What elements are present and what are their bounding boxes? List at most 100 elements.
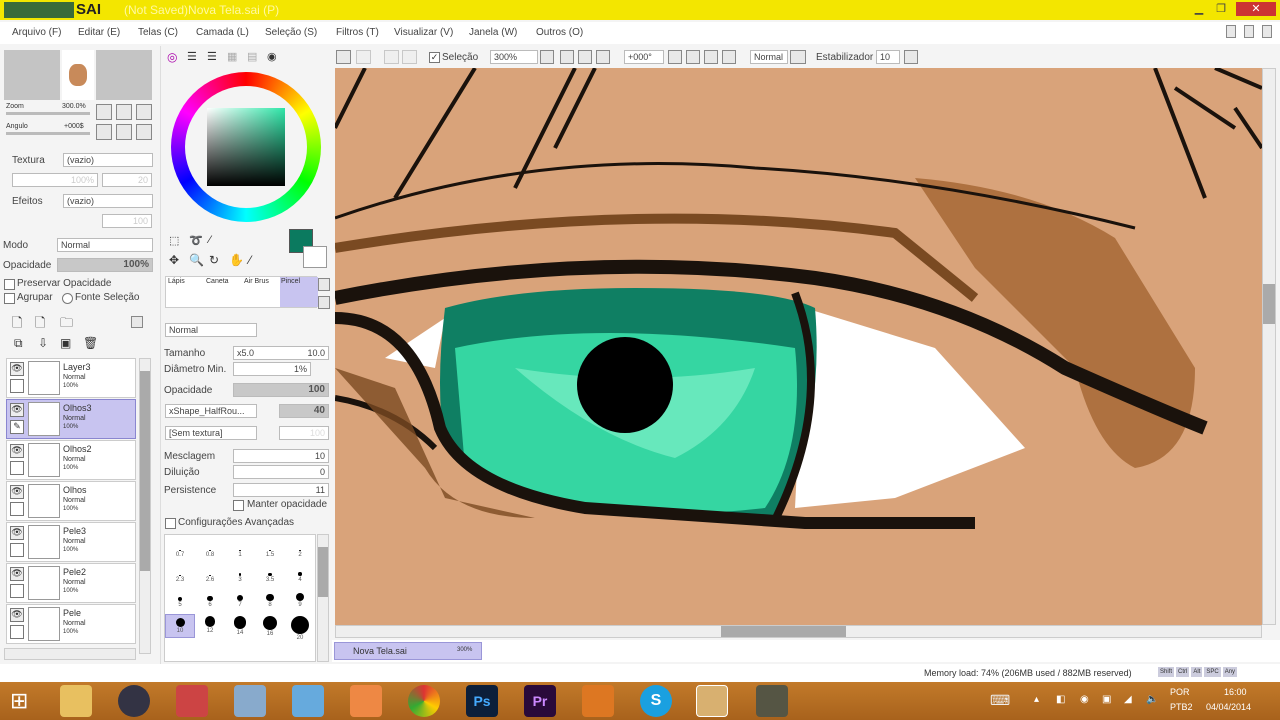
- color-settings-icon[interactable]: ◉: [267, 50, 277, 63]
- scratchpad-tab-icon[interactable]: ▤: [247, 50, 257, 63]
- menu-arquivo[interactable]: Arquivo (F): [12, 27, 61, 38]
- tray-expand-icon[interactable]: ▴: [1034, 694, 1039, 705]
- app-icon-3[interactable]: [292, 685, 324, 717]
- rotate-cw-button[interactable]: [704, 50, 718, 64]
- tools-scroll-up[interactable]: [318, 278, 330, 291]
- selection-checkbox[interactable]: ✓: [429, 52, 440, 63]
- magic-wand-tool-icon[interactable]: ⁄: [209, 234, 211, 246]
- menu-selecao[interactable]: Seleção (S): [265, 27, 317, 38]
- app-icon-4[interactable]: [756, 685, 788, 717]
- invert-selection-button[interactable]: [402, 50, 417, 64]
- tray-icon-2[interactable]: ◉: [1080, 694, 1089, 705]
- visibility-eye-icon[interactable]: 👁: [10, 444, 24, 458]
- language-code[interactable]: POR: [1170, 687, 1190, 697]
- canvas-zoom-reset[interactable]: [596, 50, 610, 64]
- photoshop-icon[interactable]: Ps: [466, 685, 498, 717]
- layer-scrollbar[interactable]: [139, 358, 151, 654]
- blend-mode-select[interactable]: Normal: [57, 238, 153, 252]
- visibility-eye-icon[interactable]: 👁: [10, 403, 24, 417]
- brush-size-preset[interactable]: 5: [165, 589, 195, 613]
- media-player-icon[interactable]: [350, 685, 382, 717]
- advanced-settings-checkbox[interactable]: [165, 518, 176, 529]
- brush-size-preset[interactable]: 8: [255, 589, 285, 613]
- group-checkbox[interactable]: [4, 293, 15, 304]
- visibility-eye-icon[interactable]: 👁: [10, 362, 24, 376]
- rotate-tool-icon[interactable]: ↻: [209, 253, 219, 267]
- layer-lock-box[interactable]: [10, 502, 24, 516]
- doc-restore-button[interactable]: [1244, 25, 1255, 38]
- stabilizer-dropdown[interactable]: [904, 50, 918, 64]
- angle-slider[interactable]: [6, 132, 90, 135]
- brush-size-preset[interactable]: 3.5: [255, 564, 285, 588]
- brush-size-preset[interactable]: 1: [225, 539, 255, 563]
- tool-tab-pencil[interactable]: Lápis: [168, 278, 185, 285]
- hand-tool-icon[interactable]: ✋: [229, 253, 244, 267]
- shape-strength[interactable]: 40: [279, 404, 329, 418]
- zoom-out-button[interactable]: [96, 104, 112, 120]
- layer-lock-box[interactable]: [10, 461, 24, 475]
- angle-select[interactable]: +000°: [624, 50, 664, 64]
- rotate-right-button[interactable]: [116, 124, 132, 140]
- canvas-horizontal-scrollbar[interactable]: [335, 625, 1262, 638]
- layer-item[interactable]: 👁 ✎ Olhos3 Normal 100%: [6, 399, 136, 439]
- move-tool-icon[interactable]: ✥: [169, 253, 179, 267]
- view-mode-select[interactable]: Normal: [750, 50, 788, 64]
- stabilizer-select[interactable]: 10: [876, 50, 900, 64]
- canvas-zoom-in[interactable]: [578, 50, 592, 64]
- brush-texture-select[interactable]: [Sem textura]: [165, 426, 257, 440]
- texture-select[interactable]: (vazio): [63, 153, 153, 167]
- saturation-value-square[interactable]: [207, 108, 285, 186]
- undo-button[interactable]: [336, 50, 351, 64]
- navigator-thumbnail[interactable]: [62, 50, 94, 100]
- rotate-reset-canvas-button[interactable]: [722, 50, 736, 64]
- brush-size-preset[interactable]: 9: [285, 589, 315, 613]
- brush-size-preset[interactable]: 12: [195, 614, 225, 638]
- keep-opacity-checkbox[interactable]: [233, 500, 244, 511]
- layer-lock-box[interactable]: [10, 379, 24, 393]
- document-tab[interactable]: Nova Tela.sai 300%: [334, 642, 482, 660]
- layer-hscrollbar[interactable]: [4, 648, 136, 660]
- visibility-eye-icon[interactable]: 👁: [10, 526, 24, 540]
- headphones-icon[interactable]: [582, 685, 614, 717]
- layer-lock-box[interactable]: [10, 625, 24, 639]
- new-linework-layer-icon[interactable]: 🗋: [35, 314, 45, 336]
- layer-lock-box[interactable]: [10, 543, 24, 557]
- menu-janela[interactable]: Janela (W): [469, 27, 517, 38]
- paint-icon[interactable]: [234, 685, 266, 717]
- brush-size-preset[interactable]: 3: [225, 564, 255, 588]
- min-size-field[interactable]: 1%: [233, 362, 311, 376]
- angle-dropdown[interactable]: [668, 50, 682, 64]
- effects-select[interactable]: (vazio): [63, 194, 153, 208]
- swatches-tab-icon[interactable]: ▦: [227, 50, 237, 63]
- visibility-eye-icon[interactable]: 👁: [10, 567, 24, 581]
- tools-scroll-down[interactable]: [318, 296, 330, 309]
- zoom-in-button[interactable]: [116, 104, 132, 120]
- canvas-zoom-out[interactable]: [560, 50, 574, 64]
- layer-panel-toggle-icon[interactable]: [131, 316, 143, 328]
- layer-item[interactable]: 👁 Layer3 Normal 100%: [6, 358, 136, 398]
- selection-source-radio[interactable]: [62, 293, 73, 304]
- rotate-left-button[interactable]: [96, 124, 112, 140]
- skype-icon[interactable]: S: [640, 685, 672, 717]
- file-explorer-icon[interactable]: [60, 685, 92, 717]
- brush-size-scrollbar[interactable]: [317, 534, 329, 662]
- network-icon[interactable]: ◢: [1124, 694, 1132, 705]
- menu-camada[interactable]: Camada (L): [196, 27, 249, 38]
- secondary-color-swatch[interactable]: [303, 246, 327, 268]
- chrome-icon[interactable]: [408, 685, 440, 717]
- menu-telas[interactable]: Telas (C): [138, 27, 178, 38]
- brush-size-preset[interactable]: 14: [225, 614, 255, 638]
- flip-button[interactable]: [790, 50, 806, 64]
- tool-tab-brush[interactable]: Pincel: [280, 277, 318, 307]
- delete-layer-icon[interactable]: 🗑: [83, 336, 98, 350]
- drawing-canvas[interactable]: [335, 68, 1262, 625]
- clock-date[interactable]: 04/04/2014: [1206, 702, 1251, 712]
- color-wheel-tab-icon[interactable]: ◎: [167, 50, 177, 64]
- tray-icon-3[interactable]: ▣: [1102, 694, 1111, 705]
- visibility-eye-icon[interactable]: 👁: [10, 608, 24, 622]
- dilution-slider[interactable]: 0: [233, 465, 329, 479]
- tool-tab-airbrush[interactable]: Air Brus: [244, 278, 269, 285]
- zoom-reset-button[interactable]: [136, 104, 152, 120]
- eyedropper-tool-icon[interactable]: ⁄: [249, 253, 251, 267]
- clock-time[interactable]: 16:00: [1224, 687, 1247, 697]
